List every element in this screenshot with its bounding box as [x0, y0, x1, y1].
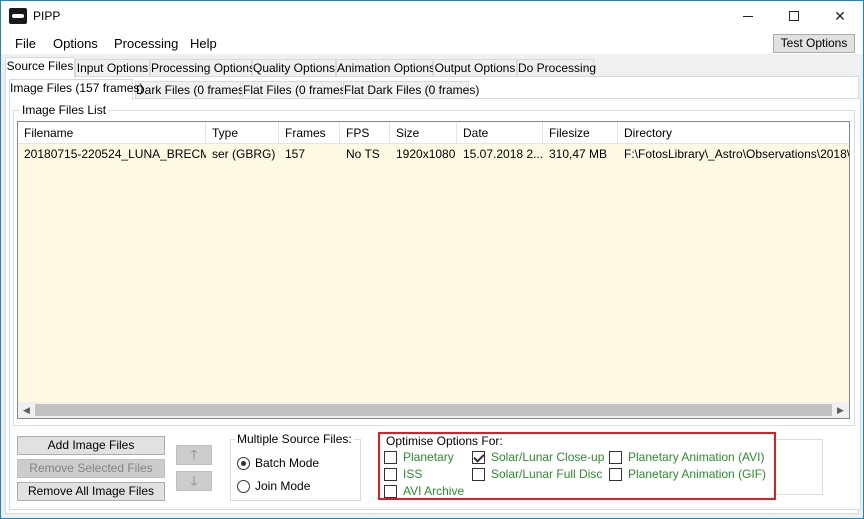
multiple-source-files-legend: Multiple Source Files: [235, 432, 354, 446]
menu-options[interactable]: Options [53, 36, 98, 51]
add-image-files-button[interactable]: Add Image Files [17, 436, 165, 455]
checkbox-unchecked-icon [609, 467, 622, 481]
cell-filename: 20180715-220524_LUNA_BRECM... [24, 147, 206, 161]
tab-image-files[interactable]: Image Files (157 frames) [9, 79, 143, 100]
tab-processing-options[interactable]: Processing Options [150, 59, 255, 77]
move-down-button[interactable]: 🡓 [176, 471, 212, 491]
column-header-fps[interactable]: FPS [340, 122, 390, 144]
minimize-button[interactable] [725, 1, 771, 31]
cell-fps: No TS [346, 147, 380, 161]
checkbox-unchecked-icon [609, 450, 622, 464]
window-title: PIPP [33, 9, 61, 23]
close-icon: ✕ [834, 7, 846, 24]
remove-all-image-files-button[interactable]: Remove All Image Files [17, 482, 165, 501]
column-header-filesize[interactable]: Filesize [543, 122, 618, 144]
title-bar: PIPP ✕ [1, 1, 863, 31]
maximize-icon [789, 11, 799, 21]
checkbox-unchecked-icon [384, 467, 397, 481]
arrow-up-icon: 🡑 [190, 447, 198, 462]
main-tab-strip: Source Files Input Options Processing Op… [5, 57, 864, 78]
scroll-left-icon[interactable]: ◀ [18, 402, 35, 418]
menu-processing[interactable]: Processing [114, 36, 178, 51]
app-icon [9, 8, 27, 24]
join-mode-label: Join Mode [255, 479, 311, 493]
image-files-list-legend: Image Files List [20, 103, 109, 117]
solar-lunar-fulldisc-checkbox[interactable]: Solar/Lunar Full Disc [472, 467, 602, 481]
remove-selected-files-button[interactable]: Remove Selected Files [17, 459, 165, 478]
planetary-animation-gif-checkbox[interactable]: Planetary Animation (GIF) [609, 467, 766, 481]
horizontal-scrollbar[interactable]: ◀ ▶ [18, 402, 849, 418]
menu-help[interactable]: Help [190, 36, 217, 51]
cell-directory: F:\FotosLibrary\_Astro\Observations\2018… [624, 147, 850, 161]
cell-filesize: 310,47 MB [549, 147, 608, 161]
tab-dark-files[interactable]: Dark Files (0 frames) [135, 81, 248, 99]
join-mode-radio[interactable]: Join Mode [237, 479, 310, 493]
checkbox-checked-icon [472, 450, 485, 464]
tab-quality-options[interactable]: Quality Options [252, 59, 336, 77]
sub-tab-strip: Image Files (157 frames) Dark Files (0 f… [9, 79, 859, 100]
planetary-checkbox[interactable]: Planetary [384, 450, 454, 464]
tab-flat-dark-files[interactable]: Flat Dark Files (0 frames) [343, 81, 479, 99]
column-header-directory[interactable]: Directory [618, 122, 849, 144]
move-up-button[interactable]: 🡑 [176, 445, 212, 465]
menu-bar: File Options Processing Help [1, 31, 863, 55]
checkbox-unchecked-icon [472, 467, 485, 481]
listview-body: 20180715-220524_LUNA_BRECM... ser (GBRG)… [18, 144, 850, 404]
planetary-label: Planetary [403, 450, 454, 464]
solar-lunar-closeup-label: Solar/Lunar Close-up [491, 450, 605, 464]
pipp-window: PIPP ✕ File Options Processing Help Test… [0, 0, 864, 519]
planetary-animation-avi-checkbox[interactable]: Planetary Animation (AVI) [609, 450, 765, 464]
planetary-animation-gif-label: Planetary Animation (GIF) [628, 467, 767, 481]
column-header-size[interactable]: Size [390, 122, 457, 144]
iss-checkbox[interactable]: ISS [384, 467, 422, 481]
column-header-filename[interactable]: Filename [18, 122, 206, 144]
test-options-button[interactable]: Test Options [773, 34, 855, 53]
cell-frames: 157 [285, 147, 306, 161]
avi-archive-label: AVI Archive [403, 484, 465, 498]
menu-file[interactable]: File [15, 36, 36, 51]
close-button[interactable]: ✕ [817, 1, 863, 31]
radio-checked-icon [237, 456, 250, 470]
optimise-group-border [773, 439, 823, 495]
solar-lunar-fulldisc-label: Solar/Lunar Full Disc [491, 467, 603, 481]
batch-mode-radio[interactable]: Batch Mode [237, 456, 319, 470]
tab-do-processing[interactable]: Do Processing [517, 59, 596, 77]
avi-archive-checkbox[interactable]: AVI Archive [384, 484, 464, 498]
column-header-date[interactable]: Date [457, 122, 543, 144]
tab-output-options[interactable]: Output Options [433, 59, 517, 77]
arrow-down-icon: 🡓 [190, 473, 198, 488]
iss-label: ISS [403, 467, 423, 481]
cell-type: ser (GBRG) [212, 147, 276, 161]
maximize-button[interactable] [771, 1, 817, 31]
batch-mode-label: Batch Mode [255, 456, 320, 470]
radio-unchecked-icon [237, 479, 250, 493]
scrollbar-thumb[interactable] [35, 404, 832, 416]
tab-source-files[interactable]: Source Files [5, 57, 75, 78]
scroll-right-icon[interactable]: ▶ [832, 402, 849, 418]
column-header-type[interactable]: Type [206, 122, 279, 144]
tab-input-options[interactable]: Input Options [75, 59, 150, 77]
minimize-icon [743, 15, 753, 17]
column-header-frames[interactable]: Frames [279, 122, 340, 144]
planetary-animation-avi-label: Planetary Animation (AVI) [628, 450, 765, 464]
tab-animation-options[interactable]: Animation Options [336, 59, 435, 77]
solar-lunar-closeup-checkbox[interactable]: Solar/Lunar Close-up [472, 450, 604, 464]
optimise-options-legend: Optimise Options For: [386, 434, 503, 448]
checkbox-unchecked-icon [384, 450, 397, 464]
image-files-listview[interactable]: Filename Type Frames FPS Size Date Files… [17, 121, 850, 419]
cell-date: 15.07.2018 2... [463, 147, 543, 161]
checkbox-unchecked-icon [384, 484, 397, 498]
table-row[interactable]: 20180715-220524_LUNA_BRECM... ser (GBRG)… [18, 144, 850, 164]
tab-flat-files[interactable]: Flat Files (0 frames) [242, 81, 350, 99]
listview-header: Filename Type Frames FPS Size Date Files… [18, 122, 849, 144]
cell-size: 1920x1080 [396, 147, 456, 161]
